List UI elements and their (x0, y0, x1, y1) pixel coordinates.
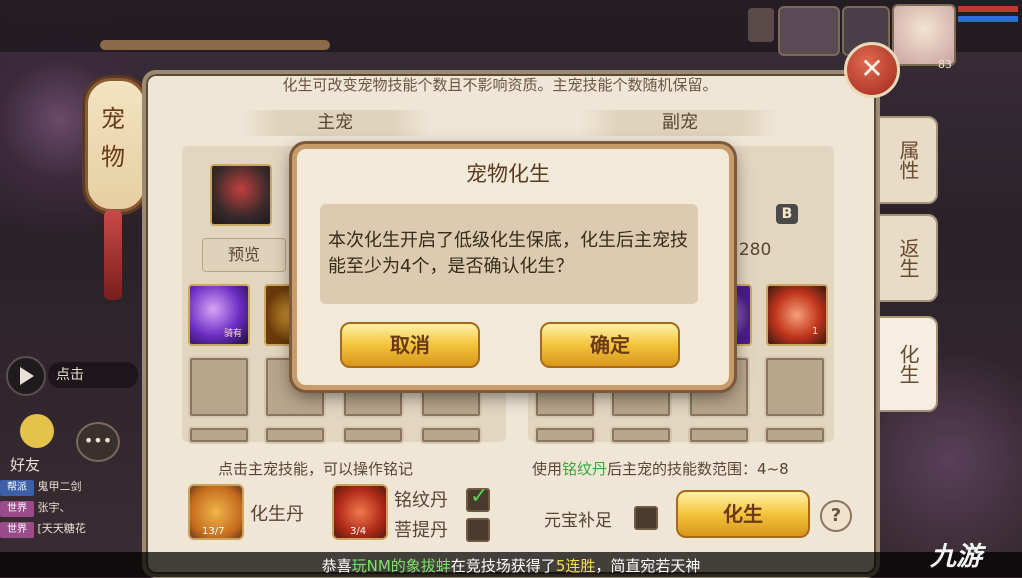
help-icon[interactable]: ? (820, 500, 852, 532)
cancel-button[interactable]: 取消 (340, 322, 480, 368)
confirm-button[interactable]: 确定 (540, 322, 680, 368)
option-bodhi-checkbox[interactable] (466, 518, 490, 542)
reborn-pill-label: 化生丹 (250, 504, 304, 525)
skill-slot-empty[interactable] (610, 426, 672, 444)
chat-input-button[interactable]: 点击 (48, 362, 138, 388)
system-broadcast: 恭喜玩NM的象拔蚌在竞技场获得了5连胜，简直宛若天神 (0, 555, 1022, 576)
skill-slot[interactable] (766, 284, 828, 346)
skill-slot-empty[interactable] (420, 426, 482, 444)
skill-slot-empty[interactable] (688, 426, 750, 444)
watermark-logo: 九游 (930, 542, 983, 572)
event-icon[interactable] (748, 8, 774, 42)
sub-pet-value: 2280 (728, 240, 772, 260)
broadcast-part2: 在竞技场获得了 (450, 557, 556, 575)
hp-bar (958, 6, 1018, 12)
skill-slot-empty[interactable] (534, 426, 596, 444)
main-pet-header: 主宠 (240, 110, 430, 136)
mp-bar (958, 16, 1018, 22)
skill-slot-empty[interactable] (264, 426, 326, 444)
panel-description: 化生可改变宠物技能个数且不影响资质。主宠技能个数随机保留。 (282, 76, 718, 94)
skill-slot-empty[interactable] (188, 426, 250, 444)
broadcast-streak: 5连胜 (555, 557, 596, 575)
tab-return[interactable]: 返生 (878, 214, 938, 302)
voice-play-icon[interactable] (6, 356, 46, 396)
skill-slot-empty[interactable] (764, 426, 826, 444)
chat-line: 帮派 鬼甲二剑 (0, 478, 140, 499)
broadcast-part1: 恭喜 (321, 557, 352, 575)
broadcast-player: 玩NM的象拔蚌 (351, 557, 451, 575)
tab-reborn[interactable]: 化生 (878, 316, 938, 412)
inscription-pill-count: 3/4 (350, 526, 367, 537)
friends-icon[interactable] (20, 414, 54, 448)
chat-panel[interactable]: 帮派 鬼甲二剑 世界 张宇、 世界 [天天糖花 (0, 478, 140, 550)
broadcast-part3: ，简直宛若天神 (595, 557, 701, 575)
hint-right: 使用铭纹丹后主宠的技能数范围：4~8 (532, 458, 789, 479)
dialog-title: 宠物化生 (466, 162, 550, 186)
yuanbao-checkbox[interactable] (634, 506, 658, 530)
tab-attributes[interactable]: 属性 (878, 116, 938, 204)
reborn-pill-count: 13/7 (202, 526, 225, 537)
pet-scroll-title: 宠物 (101, 105, 125, 171)
chat-channel-tag: 世界 (0, 522, 34, 538)
hint-left: 点击主宠技能，可以操作铭记 (218, 460, 414, 478)
chat-line: 世界 [天天糖花 (0, 520, 140, 541)
skill-slot-empty[interactable] (188, 356, 250, 418)
close-icon[interactable]: ✕ (844, 42, 900, 98)
skill-badge: 骑有 (224, 329, 243, 339)
chat-line: 世界 张宇、 (0, 499, 140, 520)
player-level: 83 (938, 58, 952, 71)
preview-button[interactable]: 预览 (202, 238, 286, 272)
skill-slot-empty[interactable] (342, 426, 404, 444)
option-bodhi-label: 菩提丹 (394, 520, 448, 541)
chat-channel-tag: 世界 (0, 501, 34, 517)
chat-channel-tag: 帮派 (0, 480, 34, 496)
hint-right-suffix: 后主宠的技能数范围：4~8 (607, 460, 789, 478)
sub-pet-header: 副宠 (580, 110, 780, 136)
chat-bubble-icon[interactable]: ••• (76, 422, 120, 462)
chat-message: 鬼甲二剑 (37, 480, 82, 493)
chat-message: [天天糖花 (37, 522, 86, 535)
hint-right-prefix: 使用 (532, 460, 563, 478)
option-inscription-checkbox[interactable] (466, 484, 490, 512)
friends-label: 好友 (10, 456, 41, 474)
decor-rod (100, 40, 330, 50)
team-portrait-1[interactable] (778, 6, 840, 56)
skill-slot-empty[interactable] (764, 356, 826, 418)
grade-badge: B (776, 204, 798, 224)
skill-level: 1 (812, 326, 819, 337)
main-pet-avatar[interactable] (210, 164, 272, 226)
reborn-button[interactable]: 化生 (676, 490, 810, 538)
yuanbao-label: 元宝补足 (544, 511, 612, 531)
dialog-message: 本次化生开启了低级化生保底，化生后主宠技能至少为4个，是否确认化生？ (320, 204, 698, 304)
player-avatar[interactable] (892, 4, 956, 66)
option-inscription-label: 铭纹丹 (394, 490, 448, 511)
hint-right-item: 铭纹丹 (562, 460, 608, 478)
lantern-tassel (104, 210, 122, 300)
chat-message: 张宇、 (37, 501, 71, 514)
